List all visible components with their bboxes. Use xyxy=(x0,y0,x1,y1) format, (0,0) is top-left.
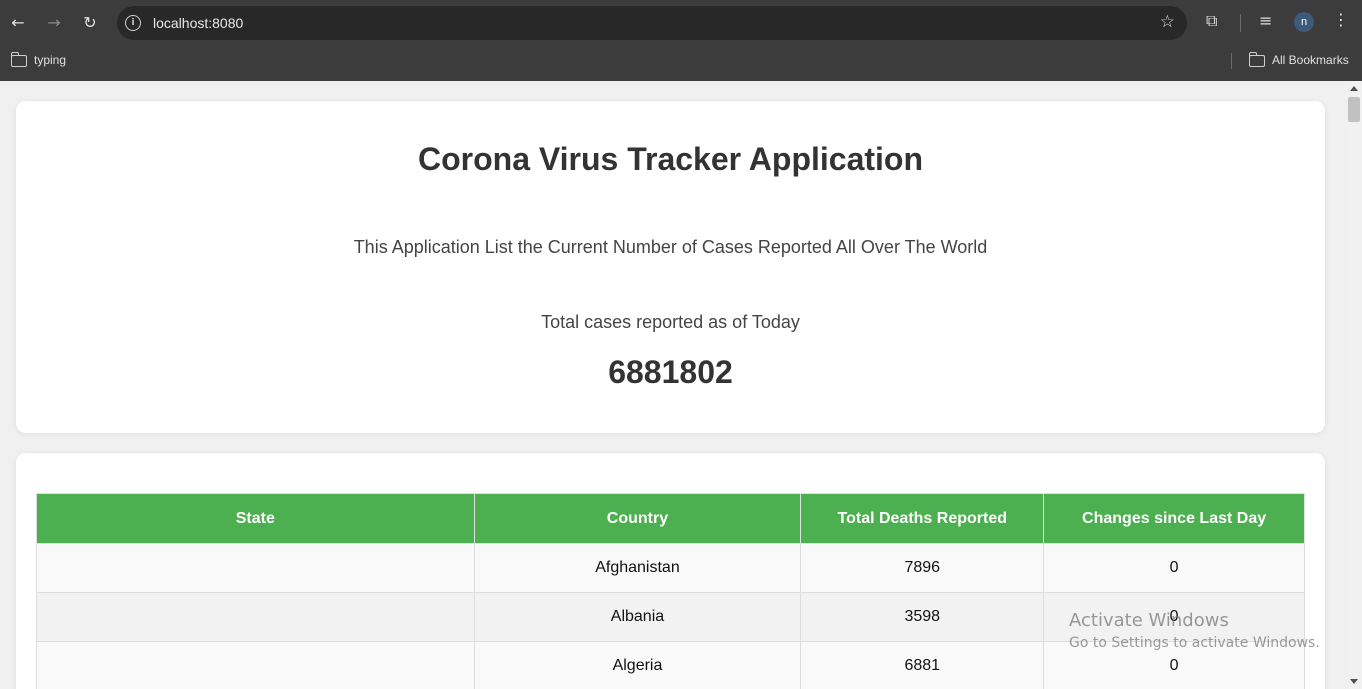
extensions-icon[interactable]: ⧉ xyxy=(1206,11,1217,31)
folder-icon xyxy=(1248,52,1265,67)
cell-deaths: 6881 xyxy=(800,641,1045,689)
cell-country: Albania xyxy=(473,592,802,642)
url-text[interactable]: localhost:8080 xyxy=(153,15,243,31)
browser-toolbar: ← → ↻ i localhost:8080 ☆ ⧉ ≡ n ⋮ xyxy=(0,0,1362,45)
back-button[interactable]: ← xyxy=(6,10,30,34)
header-state: State xyxy=(36,493,475,544)
media-queue-icon[interactable]: ≡ xyxy=(1259,11,1272,30)
folder-icon xyxy=(10,52,27,67)
total-cases-value: 6881802 xyxy=(608,354,733,390)
summary-card: Corona Virus Tracker Application This Ap… xyxy=(16,101,1325,433)
forward-button[interactable]: → xyxy=(42,10,66,34)
bookmarks-bar: typing All Bookmarks xyxy=(0,45,1362,81)
bookmarks-divider xyxy=(1231,53,1232,69)
cell-deaths: 3598 xyxy=(800,592,1045,642)
header-total-deaths: Total Deaths Reported xyxy=(800,493,1045,544)
total-cases-label: Total cases reported as of Today xyxy=(541,312,800,332)
scroll-down-arrow-icon[interactable] xyxy=(1350,679,1358,684)
scrollbar-thumb[interactable] xyxy=(1348,97,1360,122)
cell-change: 0 xyxy=(1043,543,1305,593)
bookmark-label: All Bookmarks xyxy=(1272,53,1349,67)
address-bar[interactable]: i localhost:8080 ☆ xyxy=(117,6,1187,40)
cell-state xyxy=(36,543,475,593)
header-changes: Changes since Last Day xyxy=(1043,493,1305,544)
page-title: Corona Virus Tracker Application xyxy=(417,141,924,177)
bookmark-star-icon[interactable]: ☆ xyxy=(1160,12,1175,32)
cases-table: State Country Total Deaths Reported Chan… xyxy=(36,493,1305,689)
cell-state xyxy=(36,592,475,642)
vertical-scrollbar[interactable] xyxy=(1346,81,1362,689)
bookmark-label: typing xyxy=(34,53,67,67)
cell-state xyxy=(36,641,475,689)
cell-change: 0 xyxy=(1043,592,1305,642)
cell-country: Afghanistan xyxy=(473,543,802,593)
arrow-right-icon: → xyxy=(47,12,61,32)
profile-avatar[interactable]: n xyxy=(1294,12,1314,32)
cell-country: Algeria xyxy=(473,641,802,689)
cell-deaths: 7896 xyxy=(800,543,1045,593)
toolbar-divider xyxy=(1240,14,1241,32)
scroll-up-arrow-icon[interactable] xyxy=(1350,86,1358,91)
table-header-row: State Country Total Deaths Reported Chan… xyxy=(36,493,1305,544)
site-info-icon[interactable]: i xyxy=(125,15,141,31)
table-row: Albania 3598 0 xyxy=(36,592,1305,642)
table-row: Afghanistan 7896 0 xyxy=(36,543,1305,593)
table-card: State Country Total Deaths Reported Chan… xyxy=(16,453,1325,689)
page-viewport: Corona Virus Tracker Application This Ap… xyxy=(0,81,1346,689)
arrow-left-icon: ← xyxy=(11,12,25,32)
table-row: Algeria 6881 0 xyxy=(36,641,1305,689)
page-subtitle: This Application List the Current Number… xyxy=(353,237,988,257)
browser-menu-icon[interactable]: ⋮ xyxy=(1333,10,1349,34)
cell-change: 0 xyxy=(1043,641,1305,689)
reload-icon: ↻ xyxy=(83,12,97,32)
header-country: Country xyxy=(473,493,802,544)
reload-button[interactable]: ↻ xyxy=(78,10,102,34)
